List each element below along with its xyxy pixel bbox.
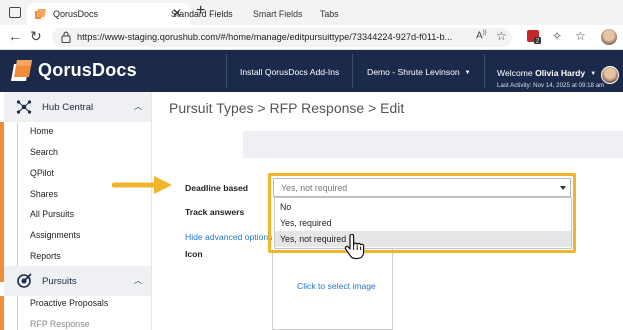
address-toolbar: ← ↻ https://www-staging.qorushub.com/#/h… (0, 25, 623, 50)
tab-tabs[interactable]: Tabs (320, 9, 339, 19)
brand-name[interactable]: QorusDocs (38, 60, 137, 81)
sidebar-item-home[interactable]: Home (30, 126, 53, 136)
sidebar-item-all-pursuits[interactable]: All Pursuits (30, 209, 74, 219)
browser-tabstrip: QorusDocs ✕ + (0, 0, 623, 25)
active-tab-background (161, 131, 243, 158)
track-answers-label: Track answers (185, 207, 245, 217)
user-name: Olivia Hardy (535, 68, 586, 78)
extensions-puzzle-icon[interactable]: ✧ (552, 29, 562, 43)
sidebar-accent-bar (0, 122, 4, 282)
sidebar-item-rfp-response[interactable]: RFP Response (30, 319, 90, 329)
favorite-star-icon[interactable]: ☆ (496, 29, 507, 43)
sidebar-section-label: Hub Central (42, 102, 94, 113)
url-text: https://www-staging.qorushub.com/#/home/… (77, 32, 453, 42)
icon-label: Icon (185, 249, 203, 259)
header-divider (226, 54, 227, 88)
hub-network-icon (16, 100, 32, 114)
header-divider (484, 54, 485, 88)
extension-icon[interactable]: 2 (527, 30, 541, 46)
url-bar[interactable]: https://www-staging.qorushub.com/#/home/… (52, 28, 512, 47)
tab-smart-fields[interactable]: Smart Fields (253, 9, 302, 19)
sidebar-item-qpilot[interactable]: QPilot (30, 168, 54, 178)
sidebar-accent-bar (0, 296, 4, 330)
welcome-text[interactable]: Welcome Olivia Hardy ▼ (497, 68, 596, 78)
sidebar-item-search[interactable]: Search (30, 147, 58, 157)
sidebar: Hub Central ︿ Home Search QPilot Shares … (0, 92, 152, 330)
welcome-prefix: Welcome (497, 68, 533, 78)
target-icon (17, 273, 32, 288)
org-selector-label: Demo - Shrute Levinson (367, 67, 460, 77)
hand-cursor-icon (344, 234, 365, 260)
sidebar-item-reports[interactable]: Reports (30, 251, 61, 261)
user-avatar[interactable] (601, 66, 619, 84)
back-icon[interactable]: ← (8, 28, 22, 44)
tab-actions-icon[interactable] (9, 7, 21, 18)
hide-advanced-options-link[interactable]: Hide advanced options (185, 232, 272, 242)
deadline-based-label: Deadline based (185, 183, 249, 193)
sidebar-item-assignments[interactable]: Assignments (30, 230, 80, 240)
site-info-icon[interactable] (61, 31, 71, 43)
caret-down-icon: ▼ (464, 70, 471, 76)
chevron-up-icon[interactable]: ︿ (134, 101, 142, 112)
install-addins-link[interactable]: Install QorusDocs Add-Ins (240, 67, 339, 77)
last-activity: Last Activity: Nov 14, 2025 at 09:18 am (497, 82, 605, 89)
caret-down-icon: ▼ (590, 71, 597, 77)
header-divider (352, 54, 353, 88)
tab-standard-fields[interactable]: Standard Fields (171, 9, 233, 19)
refresh-icon[interactable]: ↻ (30, 28, 42, 44)
sidebar-section-label: Pursuits (42, 276, 77, 287)
callout-highlight-frame (268, 173, 576, 253)
org-selector[interactable]: Demo - Shrute Levinson ▼ (367, 67, 471, 77)
qorusdocs-favicon-icon (35, 9, 46, 19)
tab-title: QorusDocs (53, 9, 99, 19)
browser-profile-avatar[interactable] (601, 29, 617, 45)
nav-tree-line (17, 296, 18, 330)
click-to-select-image-link[interactable]: Click to select image (297, 281, 376, 291)
sidebar-item-proactive-proposals[interactable]: Proactive Proposals (30, 298, 108, 308)
app-header: QorusDocs Install QorusDocs Add-Ins Demo… (0, 50, 623, 92)
sidebar-section-hub-central[interactable]: Hub Central ︿ (4, 92, 151, 122)
sidebar-item-shares[interactable]: Shares (30, 189, 58, 199)
sidebar-section-pursuits[interactable]: Pursuits ︿ (4, 266, 151, 296)
chevron-up-icon[interactable]: ︿ (134, 275, 142, 286)
read-aloud-icon[interactable]: A)) (476, 30, 487, 41)
favorites-icon[interactable]: ☆ (575, 29, 586, 43)
browser-tab[interactable]: QorusDocs ✕ (27, 3, 190, 25)
qorusdocs-logo-icon (11, 60, 32, 81)
breadcrumb: Pursuit Types > RFP Response > Edit (169, 100, 405, 116)
callout-arrow-icon (112, 176, 172, 194)
